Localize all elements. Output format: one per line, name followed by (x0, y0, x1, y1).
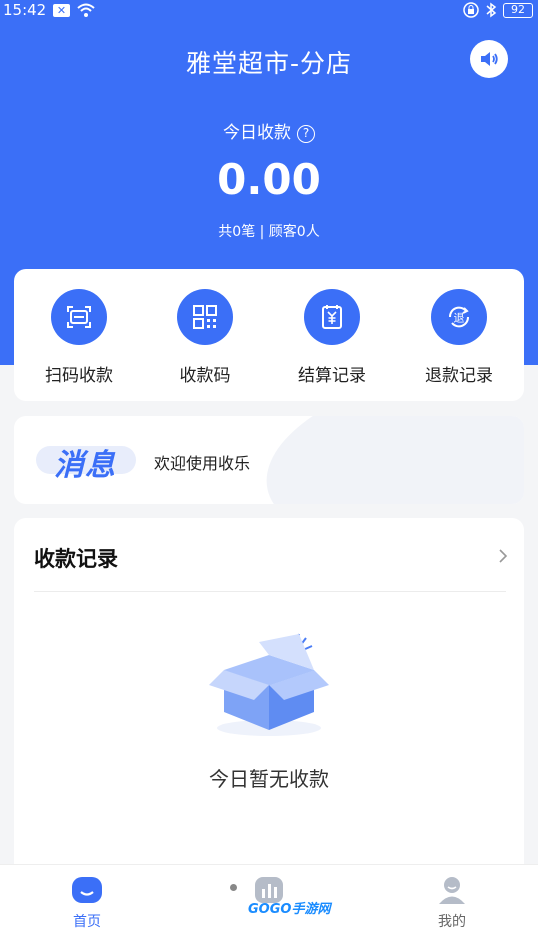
payment-records-card: 收款记录 今日暂无收款 (14, 518, 524, 878)
lock-icon (463, 2, 479, 22)
tab-label: 首页 (73, 914, 101, 930)
action-label: 扫码收款 (45, 366, 113, 386)
empty-state-text: 今日暂无收款 (209, 767, 329, 791)
action-label: 退款记录 (425, 366, 493, 386)
qrcode-icon (177, 289, 233, 345)
action-settlement-records[interactable]: 结算记录 (277, 289, 387, 386)
today-amount: 0.00 (217, 155, 321, 204)
help-icon[interactable]: ? (297, 125, 315, 143)
settlement-icon (304, 289, 360, 345)
wifi-icon (76, 2, 96, 22)
tab-mine[interactable]: 我的 (412, 875, 492, 931)
decorative-swoosh (250, 416, 524, 504)
watermark: GOGO手游网 (248, 902, 331, 917)
home-icon (72, 877, 102, 903)
tab-label: 我的 (438, 914, 466, 930)
store-title: 雅堂超市-分店 (185, 49, 353, 78)
chevron-right-icon[interactable] (498, 548, 508, 568)
quick-actions-card: 扫码收款 收款码 结算记录 退 退款记录 (14, 269, 524, 401)
message-card[interactable]: 消息 欢迎使用收乐 (14, 416, 524, 504)
today-income-text: 今日收款 (223, 123, 291, 143)
volume-button[interactable] (470, 40, 508, 78)
message-text: 欢迎使用收乐 (154, 454, 251, 473)
bluetooth-icon (485, 2, 497, 22)
notification-icon: ✕ (53, 4, 70, 17)
svg-text:退: 退 (454, 312, 465, 325)
today-summary: 共0笔 | 顾客0人 (218, 224, 320, 240)
profile-icon (439, 877, 465, 904)
speaker-icon (481, 52, 498, 66)
action-label: 结算记录 (298, 366, 366, 386)
status-bar: 15:42 ✕ 92 (0, 0, 538, 22)
action-payment-code[interactable]: 收款码 (150, 289, 260, 386)
status-time: 15:42 (3, 1, 47, 19)
scan-icon (51, 289, 107, 345)
message-badge: 消息 (54, 448, 116, 483)
tab-home[interactable]: 首页 (47, 875, 127, 931)
page-indicator-dot (230, 884, 237, 891)
action-label: 收款码 (179, 366, 231, 386)
records-title[interactable]: 收款记录 (34, 543, 118, 573)
action-scan-pay[interactable]: 扫码收款 (24, 289, 134, 386)
empty-box-icon (204, 630, 334, 744)
action-refund-records[interactable]: 退 退款记录 (404, 289, 514, 386)
refund-icon: 退 (431, 289, 487, 345)
today-income-label: 今日收款? (0, 118, 538, 143)
battery-indicator: 92 (503, 3, 533, 18)
divider (34, 591, 506, 592)
